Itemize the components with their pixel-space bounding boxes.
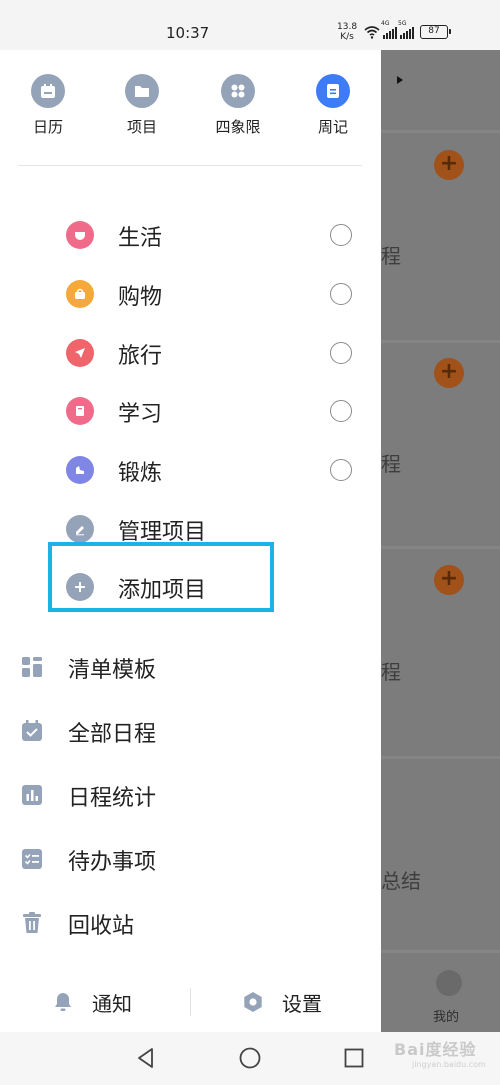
divider <box>381 756 500 759</box>
project-item-life[interactable]: 生活 <box>0 210 381 260</box>
menu-label: 待办事项 <box>68 850 157 875</box>
back-icon[interactable] <box>134 1046 158 1070</box>
avatar <box>436 970 462 996</box>
signal-icon-2: 5G <box>398 20 414 39</box>
home-icon[interactable] <box>238 1046 262 1070</box>
book-icon <box>66 397 94 425</box>
arm-icon <box>66 456 94 484</box>
status-time: 10:37 <box>166 24 210 42</box>
tab-quadrant[interactable]: 四象限 <box>198 74 278 137</box>
arrow-right-icon <box>397 76 403 84</box>
net-speed: 13.8 K/s <box>337 22 357 42</box>
project-label: 学习 <box>118 402 163 427</box>
drawer-footer: 通知 设置 <box>0 980 381 1024</box>
tab-project-label: 项目 <box>126 118 157 136</box>
grid-icon <box>221 74 255 108</box>
menu-item-todos[interactable]: 待办事项 <box>0 834 381 884</box>
settings-label: 设置 <box>282 991 322 1016</box>
project-radio[interactable] <box>330 224 352 246</box>
tab-calendar[interactable]: 日历 <box>8 74 88 137</box>
calendar-check-icon <box>22 720 42 741</box>
notifications-label: 通知 <box>92 991 132 1016</box>
project-item-exercise[interactable]: 锻炼 <box>0 445 381 495</box>
template-icon <box>22 657 42 677</box>
project-radio[interactable] <box>330 283 352 305</box>
status-bar: 10:37 13.8 K/s 4G 5G 87 <box>0 0 500 50</box>
signal-icon-1: 4G <box>381 20 397 39</box>
bg-text-1: 程 <box>381 244 401 268</box>
signal-label-1: 4G <box>381 20 390 27</box>
battery-icon: 87 <box>420 25 451 39</box>
tab-calendar-label: 日历 <box>32 118 63 136</box>
calendar-icon <box>31 74 65 108</box>
project-radio[interactable] <box>330 459 352 481</box>
project-label: 购物 <box>118 285 163 310</box>
notifications-button[interactable]: 通知 <box>52 980 132 1024</box>
project-item-study[interactable]: 学习 <box>0 386 381 436</box>
pencil-icon <box>66 515 94 543</box>
project-label: 生活 <box>118 226 163 251</box>
divider <box>381 340 500 343</box>
tab-mine: 我的 <box>433 1010 460 1025</box>
top-tabs: 日历 项目 四象限 周记 <box>0 74 381 144</box>
project-item-travel[interactable]: 旅行 <box>0 328 381 378</box>
project-radio[interactable] <box>330 400 352 422</box>
bg-text-2: 程 <box>381 452 401 476</box>
folder-icon <box>125 74 159 108</box>
project-label: 旅行 <box>118 344 163 369</box>
gear-icon <box>244 992 262 1012</box>
checklist-icon <box>22 849 42 869</box>
highlight-annotation <box>48 542 274 612</box>
menu-label: 日程统计 <box>68 786 157 811</box>
net-speed-unit: K/s <box>340 32 354 42</box>
note-icon <box>316 74 350 108</box>
divider <box>381 130 500 133</box>
watermark-sub: jingyan.baidu.com <box>412 1060 486 1069</box>
divider <box>381 546 500 549</box>
basket-icon <box>66 280 94 308</box>
divider <box>381 950 500 953</box>
menu-item-templates[interactable]: 清单模板 <box>0 642 381 692</box>
menu-item-trash[interactable]: 回收站 <box>0 898 381 948</box>
recents-icon[interactable] <box>342 1046 366 1070</box>
stats-icon <box>22 785 42 805</box>
add-icon: + <box>434 150 464 180</box>
watermark: Bai度经验 <box>394 1040 477 1059</box>
trash-icon <box>23 912 41 933</box>
tab-weekly[interactable]: 周记 <box>293 74 373 137</box>
wifi-icon <box>364 26 380 39</box>
cup-icon <box>66 221 94 249</box>
menu-label: 全部日程 <box>68 722 157 747</box>
divider <box>190 988 191 1016</box>
tab-weekly-label: 周记 <box>317 118 348 136</box>
dimmed-main-content[interactable]: + 程 + 程 + 程 总结 我的 <box>381 50 500 1032</box>
menu-label: 清单模板 <box>68 658 157 683</box>
add-icon: + <box>434 358 464 388</box>
bg-text-4: 总结 <box>381 869 421 893</box>
divider <box>18 165 362 166</box>
menu-item-statistics[interactable]: 日程统计 <box>0 770 381 820</box>
plane-icon <box>66 339 94 367</box>
signal-label-2: 5G <box>398 20 407 27</box>
project-item-shopping[interactable]: 购物 <box>0 269 381 319</box>
tab-project[interactable]: 项目 <box>102 74 182 137</box>
settings-button[interactable]: 设置 <box>242 980 322 1024</box>
side-drawer: 日历 项目 四象限 周记 生活 购物 旅行 学习 锻炼 管理项目 添加项目 清单… <box>0 50 381 1032</box>
net-speed-value: 13.8 <box>337 22 358 32</box>
add-icon: + <box>434 565 464 595</box>
bg-text-3: 程 <box>381 660 401 684</box>
project-label: 锻炼 <box>118 461 163 486</box>
tab-quadrant-label: 四象限 <box>215 118 261 136</box>
menu-item-all-schedules[interactable]: 全部日程 <box>0 706 381 756</box>
menu-label: 回收站 <box>68 914 135 939</box>
project-radio[interactable] <box>330 342 352 364</box>
status-icons: 4G 5G 87 <box>364 20 451 39</box>
bell-icon <box>55 993 71 1011</box>
